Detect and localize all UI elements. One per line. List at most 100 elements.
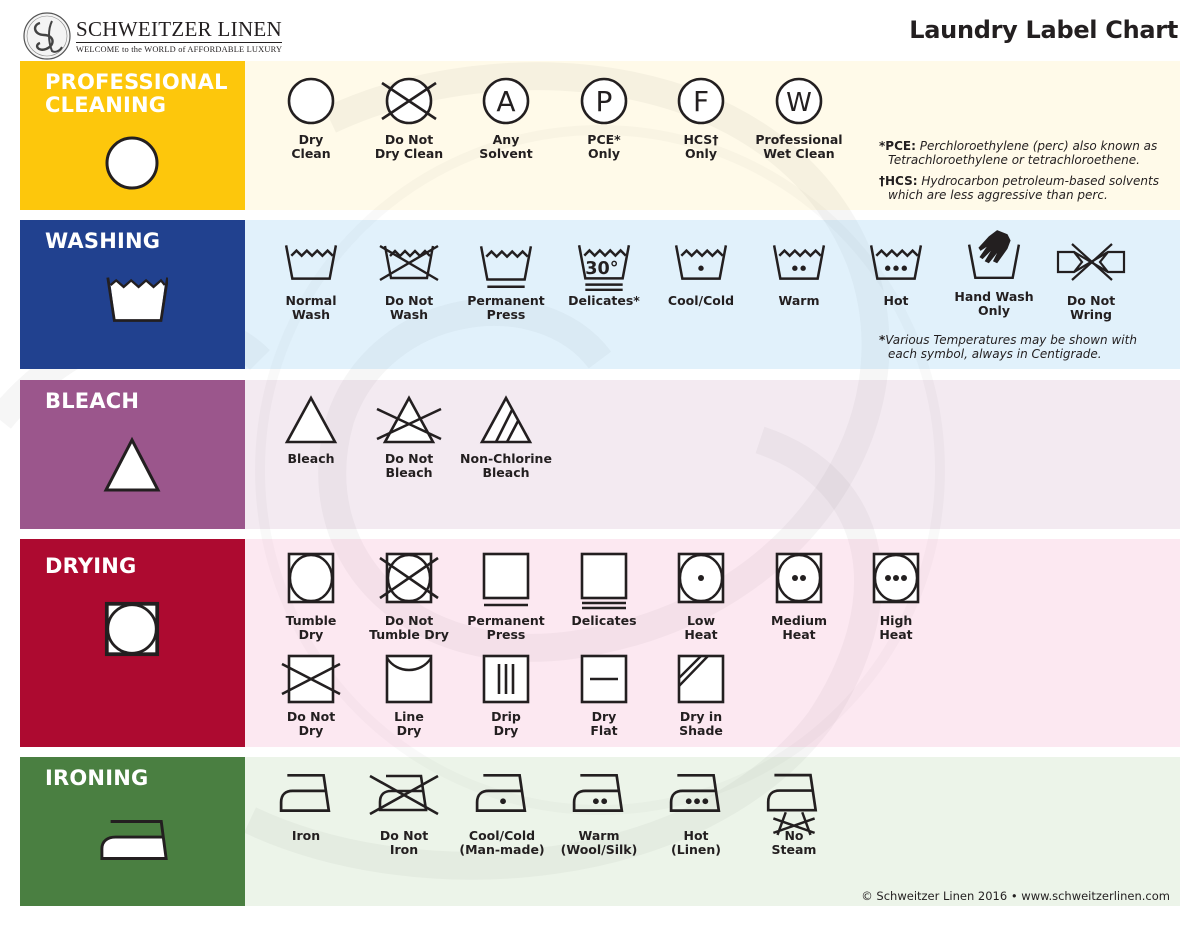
circle-icon [105, 136, 159, 190]
symbol-label: Any Solvent [479, 132, 533, 161]
section-title: IRONING [45, 766, 149, 790]
symbol-high-heat: High Heat [847, 548, 945, 642]
symbol-dry-in-shade: Dry in Shade [652, 654, 750, 738]
note-hcs: †HCS: Hydrocarbon petroleum-based solven… [879, 174, 1159, 202]
symbol-label: Line Dry [394, 709, 424, 738]
iron-two-dots-icon [572, 773, 624, 812]
wash-tub-30-two-bars-icon: 30° [577, 243, 631, 292]
line-dry-icon [385, 654, 433, 704]
section-body: Iron Do Not Iron Cool/Cold (Man-made) Wa… [245, 757, 1180, 906]
symbol-label: Tumble Dry [285, 613, 337, 642]
wash-tub-one-bar-icon [479, 245, 533, 288]
symbol-do-not-dry-clean: Do Not Dry Clean [360, 75, 458, 161]
crossed-tumble-dry-icon [379, 552, 439, 604]
tumble-dry-icon [104, 601, 160, 657]
symbol-label: Do Not Wring [1066, 293, 1116, 322]
note-line: each symbol, always in Centigrade. [888, 347, 1102, 361]
section-body: Tumble Dry Do Not Tumble Dry Permanent P… [245, 539, 1180, 747]
symbol-label: Dry in Shade [679, 709, 723, 738]
symbol-label: Warm (Wool/Silk) [560, 828, 638, 857]
symbol-tumble-dry: Tumble Dry [262, 548, 360, 642]
symbol-bleach: Bleach [262, 394, 360, 466]
circle-p-icon: P [580, 77, 628, 125]
symbol-label: Dry Clean [291, 132, 331, 161]
symbol-label: Non-Chlorine Bleach [460, 451, 552, 480]
symbol-iron: Iron [257, 771, 355, 843]
section-header: WASHING [20, 220, 245, 369]
symbol-do-not-wring: Do Not Wring [1042, 236, 1140, 322]
symbol-label: Hand Wash Only [954, 289, 1034, 318]
brand-logo[interactable]: SCHWEITZER LINEN WELCOME to the WORLD of… [22, 11, 283, 61]
wash-tub-one-dot-icon [674, 244, 728, 280]
symbol-iron-warm: Warm (Wool/Silk) [550, 771, 648, 857]
section-professional-cleaning: PROFESSIONAL CLEANING Dry Clean Do Not D… [20, 61, 1180, 210]
symbol-permanent-press-dry: Permanent Press [457, 548, 555, 642]
symbol-label: Medium Heat [770, 613, 828, 642]
symbol-iron-hot: Hot (Linen) [647, 771, 745, 857]
symbol-label: Normal Wash [285, 293, 337, 322]
symbol-label: Delicates* [568, 293, 640, 308]
symbol-label: Cool/Cold (Man-made) [459, 828, 545, 857]
letter: P [596, 85, 613, 118]
note-pce: *PCE: Perchloroethylene (perc) also know… [879, 139, 1157, 167]
circle-icon [287, 77, 335, 125]
symbol-medium-heat: Medium Heat [750, 548, 848, 642]
square-one-bar-icon [482, 552, 530, 607]
drip-dry-icon [482, 654, 530, 704]
section-washing: WASHING Normal Wash Do Not Wash Permanen… [20, 220, 1180, 369]
section-title: WASHING [45, 229, 161, 253]
section-ironing: IRONING Iron Do Not Iron Cool/Cold (Man-… [20, 757, 1180, 906]
symbol-do-not-dry: Do Not Dry [262, 654, 360, 738]
letter: A [496, 85, 515, 118]
section-title: DRYING [45, 554, 137, 578]
symbol-label: Do Not Bleach [384, 451, 434, 480]
triangle-icon [284, 395, 338, 444]
symbol-label: Do Not Dry Clean [374, 132, 444, 161]
wash-tub-three-dots-icon [869, 244, 923, 280]
symbol-label: Warm [778, 293, 820, 308]
symbol-delicates-dry: Delicates [555, 548, 653, 628]
symbol-dry-flat: Dry Flat [555, 654, 653, 738]
symbol-label: Do Not Wash [384, 293, 434, 322]
crossed-circle-icon [381, 77, 437, 125]
tumble-dry-three-dots-icon [872, 552, 920, 604]
symbol-iron-cool: Cool/Cold (Man-made) [453, 771, 551, 857]
symbol-label: Hot (Linen) [671, 828, 721, 857]
symbol-delicates-wash: 30° Delicates* [555, 236, 653, 308]
crossed-wash-tub-icon [379, 244, 439, 282]
symbol-permanent-press-wash: Permanent Press [457, 236, 555, 322]
section-header: PROFESSIONAL CLEANING [20, 61, 245, 210]
note-term: PCE: [885, 139, 916, 153]
striped-triangle-icon [479, 395, 533, 444]
brand-tagline: WELCOME to the WORLD of AFFORDABLE LUXUR… [76, 42, 283, 54]
wash-tub-icon [284, 244, 338, 280]
symbol-label: Dry Flat [590, 709, 618, 738]
note-term: HCS: [885, 174, 918, 188]
symbol-label: Bleach [287, 451, 335, 466]
symbol-label: Permanent Press [467, 293, 545, 322]
symbol-cool-cold-wash: Cool/Cold [652, 236, 750, 308]
note-line: Hydrocarbon petroleum-based solvents [921, 174, 1159, 188]
symbol-label: No Steam [771, 828, 817, 857]
symbol-pce-only: P PCE* Only [555, 75, 653, 161]
square-two-bars-icon [580, 552, 628, 610]
symbol-label: Permanent Press [467, 613, 545, 642]
section-body: Bleach Do Not Bleach Non-Chlorine Bleach [245, 380, 1180, 529]
logo-monogram-icon [23, 12, 71, 60]
iron-icon [279, 773, 331, 812]
dry-flat-icon [580, 654, 628, 704]
footer-copyright: © Schweitzer Linen 2016 • www.schweitzer… [861, 889, 1170, 903]
wash-tub-two-dots-icon [772, 244, 826, 280]
do-not-wring-icon [1056, 243, 1126, 281]
symbol-non-chlorine-bleach: Non-Chlorine Bleach [457, 394, 555, 480]
section-title: BLEACH [45, 389, 140, 413]
section-body: Dry Clean Do Not Dry Clean A Any Solvent… [245, 61, 1180, 210]
symbol-label: Do Not Tumble Dry [369, 613, 449, 642]
symbol-professional-wet-clean: W Professional Wet Clean [750, 75, 848, 161]
symbol-label: Hot [883, 293, 909, 308]
crossed-triangle-icon [376, 395, 442, 444]
iron-one-dot-icon [475, 773, 527, 812]
section-header: IRONING [20, 757, 245, 906]
symbol-label: Do Not Iron [379, 828, 429, 857]
section-bleach: BLEACH Bleach Do Not Bleach Non-Chlorine… [20, 380, 1180, 529]
